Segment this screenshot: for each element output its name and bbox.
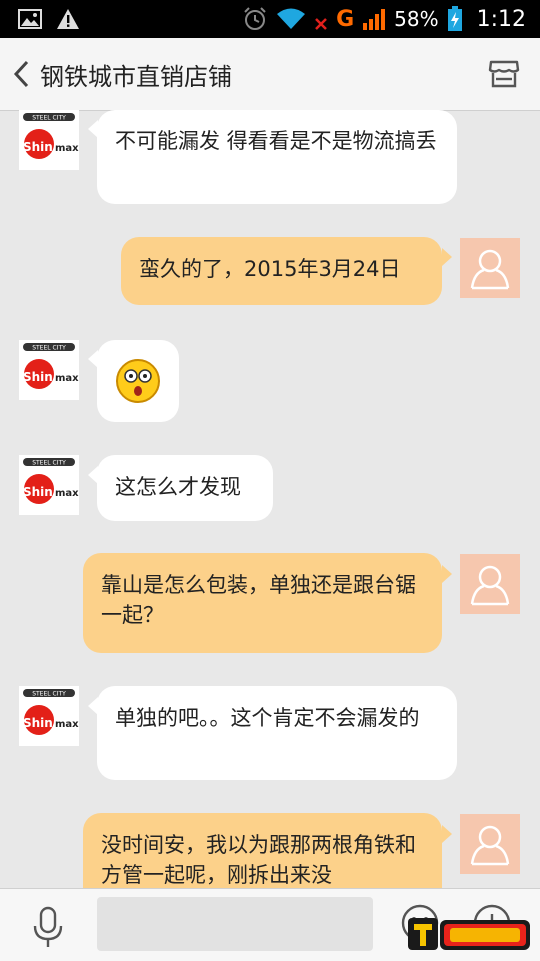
- back-button[interactable]: [2, 38, 40, 110]
- svg-text:Shin: Shin: [23, 716, 53, 730]
- store-button[interactable]: [474, 38, 534, 110]
- svg-text:STEEL CITY: STEEL CITY: [32, 460, 66, 467]
- svg-text:STEEL CITY: STEEL CITY: [32, 115, 66, 122]
- message-bubble[interactable]: 这怎么才发现: [97, 455, 273, 521]
- forum-watermark-logo: [404, 912, 534, 956]
- svg-text:Shin: Shin: [23, 370, 53, 384]
- store-icon: [488, 60, 520, 88]
- carrier-label: G: [336, 6, 355, 32]
- surprised-emoji-icon: [116, 359, 160, 403]
- shop-avatar[interactable]: STEEL CITY Shin max: [19, 110, 79, 170]
- shop-avatar[interactable]: STEEL CITY Shin max: [19, 455, 79, 515]
- message-input[interactable]: [97, 897, 373, 951]
- svg-text:STEEL CITY: STEEL CITY: [32, 691, 66, 698]
- warning-icon: [56, 8, 80, 30]
- svg-text:max: max: [55, 719, 79, 730]
- battery-charging-icon: [447, 6, 463, 32]
- message-bubble[interactable]: 靠山是怎么包装，单独还是跟台锯一起？: [83, 553, 442, 653]
- chevron-left-icon: [13, 60, 29, 88]
- svg-text:STEEL CITY: STEEL CITY: [32, 345, 66, 352]
- emoji-bubble[interactable]: [97, 340, 179, 422]
- clock: 1:12: [476, 6, 526, 32]
- shinmax-logo-icon: STEEL CITY Shin max: [19, 110, 79, 170]
- message-bubble[interactable]: 不可能漏发 得看看是不是物流搞丢: [97, 110, 457, 204]
- page-title: 钢铁城市直销店铺: [40, 62, 232, 91]
- message-bubble[interactable]: 单独的吧。。这个肯定不会漏发的: [97, 686, 457, 780]
- user-avatar[interactable]: [460, 554, 520, 614]
- message-bubble[interactable]: 蛮久的了，2015年3月24日: [121, 237, 442, 305]
- bubble-tail: [442, 825, 452, 843]
- image-notification-icon: [18, 8, 42, 30]
- user-silhouette-icon: [470, 565, 510, 606]
- shinmax-logo-icon: STEEL CITY Shin max: [19, 686, 79, 746]
- signal-strength-icon: [362, 7, 386, 31]
- user-silhouette-icon: [470, 825, 510, 866]
- shop-avatar[interactable]: STEEL CITY Shin max: [19, 340, 79, 400]
- wifi-icon: [276, 7, 306, 31]
- message-bubble[interactable]: 没时间安，我以为跟那两根角铁和方管一起呢，刚拆出来没: [83, 813, 442, 888]
- voice-button[interactable]: [28, 905, 68, 949]
- svg-text:max: max: [55, 373, 79, 384]
- shinmax-logo-icon: STEEL CITY Shin max: [19, 455, 79, 515]
- chat-list: STEEL CITY Shin max 不可能漏发 得看看是不是物流搞丢 蛮久的了，…: [0, 110, 540, 888]
- battery-percent: 58%: [394, 7, 439, 31]
- svg-text:max: max: [55, 488, 79, 499]
- shinmax-logo-icon: STEEL CITY Shin max: [19, 340, 79, 400]
- status-bar: G 58% 1:12: [0, 0, 540, 38]
- bubble-tail: [442, 565, 452, 583]
- no-signal-icon: [314, 7, 328, 31]
- header: 钢铁城市直销店铺: [0, 38, 540, 111]
- user-avatar[interactable]: [460, 238, 520, 298]
- user-avatar[interactable]: [460, 814, 520, 874]
- svg-text:Shin: Shin: [23, 485, 53, 499]
- shop-avatar[interactable]: STEEL CITY Shin max: [19, 686, 79, 746]
- user-silhouette-icon: [470, 249, 510, 290]
- bubble-tail: [442, 248, 452, 266]
- alarm-icon: [242, 6, 268, 32]
- svg-text:Shin: Shin: [23, 140, 53, 154]
- microphone-icon: [33, 906, 63, 947]
- svg-text:max: max: [55, 143, 79, 154]
